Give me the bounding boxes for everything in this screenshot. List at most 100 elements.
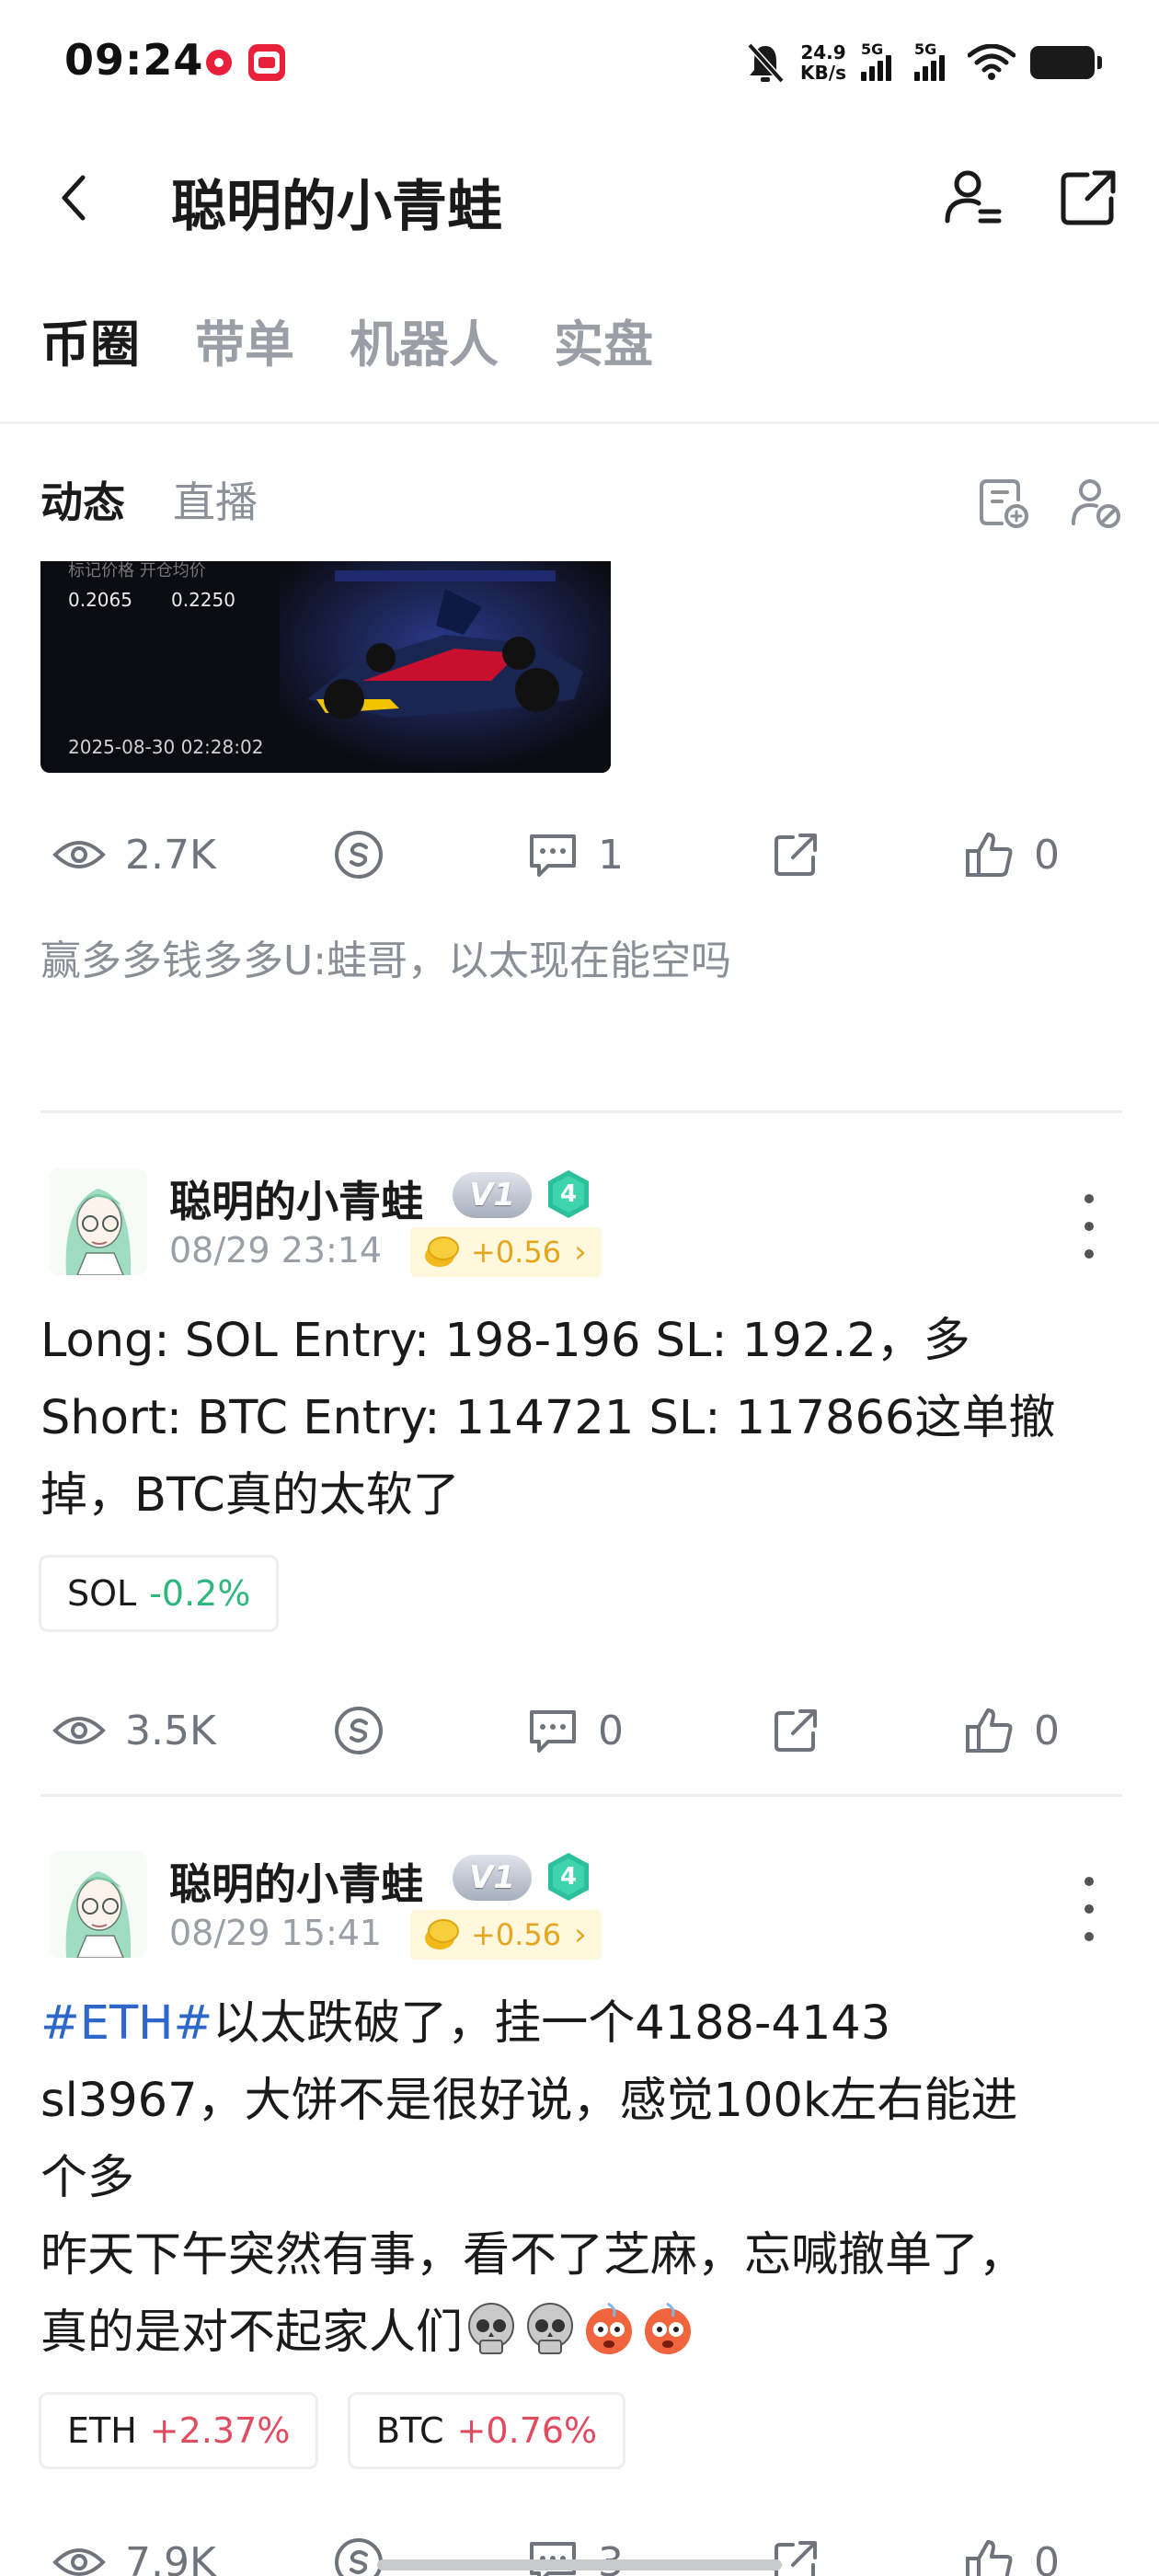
coin-change: +0.76% [456, 2410, 598, 2451]
comment-icon [530, 1710, 576, 1753]
vip-badge: V1 [453, 1855, 532, 1901]
comments-count: 0 [598, 1707, 624, 1754]
home-indicator[interactable] [377, 2559, 782, 2570]
tab-feed[interactable]: 动态 [40, 469, 125, 530]
views-counter: 7.9K [52, 2530, 216, 2576]
level-number: 4 [559, 1863, 578, 1891]
coins-icon [425, 1919, 459, 1949]
reward-value: +0.56 [471, 1235, 562, 1270]
signal-icon: 5G [914, 40, 953, 81]
coin-symbol: ETH [67, 2410, 137, 2451]
tab-bots[interactable]: 机器人 [350, 304, 499, 376]
more-dot [1084, 1194, 1094, 1203]
comment-button[interactable]: 1 [526, 822, 624, 887]
likes-count: 0 [1034, 1707, 1060, 1754]
battery-icon [1030, 46, 1102, 79]
page-header: 聪明的小青蛙 [0, 138, 1159, 258]
reward-chip[interactable]: +0.56 › [410, 1227, 602, 1277]
mute-bell-icon [747, 42, 785, 84]
views-count: 2.7K [125, 831, 216, 879]
avatar[interactable] [50, 1168, 147, 1275]
like-button[interactable]: 0 [964, 822, 1060, 887]
thumbs-up-icon [966, 1708, 1013, 1753]
post-line: Short: BTC Entry: 114721 SL: 117866这单撤 [40, 1391, 1056, 1445]
like-button[interactable]: 0 [964, 2530, 1060, 2576]
tab-live[interactable]: 直播 [173, 469, 258, 530]
comment-preview[interactable]: 赢多多钱多多U:蛙哥，以太现在能空吗 [40, 927, 731, 986]
share-icon [775, 2541, 817, 2576]
wifi-icon [968, 44, 1016, 80]
notification-app-icon [201, 44, 237, 81]
net-speed-unit: KB/s [800, 62, 846, 84]
network-speed: 24.9 KB/s [800, 42, 846, 83]
coin-tag-sol[interactable]: SOL -0.2% [39, 1555, 280, 1632]
more-dot [1084, 1249, 1094, 1259]
signal-label: 5G [914, 40, 937, 58]
author-name[interactable]: 聪明的小青蛙 [169, 1851, 423, 1912]
reward-chip[interactable]: +0.56 › [410, 1910, 602, 1960]
post-line: Long: SOL Entry: 198-196 SL: 192.2，多 [40, 1314, 970, 1368]
follow-user-button[interactable] [933, 158, 1012, 237]
image-mark-price: 0.2065 [68, 589, 132, 611]
post-line: sl3967，大饼不是很好说，感觉100k左右能进 [40, 2074, 1018, 2128]
image-timestamp: 2025-08-30 02:28:02 [68, 736, 264, 758]
eye-icon [52, 1717, 106, 1744]
more-dot [1084, 1877, 1094, 1886]
like-button[interactable]: 0 [964, 1698, 1060, 1763]
more-options-button[interactable] [1076, 1194, 1102, 1259]
image-header-label: 标记价格 开仓均价 [68, 561, 206, 581]
post-line: 掉，BTC真的太软了 [40, 1468, 460, 1523]
vip-badge: V1 [453, 1172, 532, 1218]
avatar[interactable] [50, 1851, 147, 1958]
share-post-button[interactable] [771, 1698, 820, 1763]
skull-emoji-icon [527, 2303, 574, 2354]
eye-icon [52, 2548, 106, 2576]
post-line: #ETH#以太跌破了，挂一个4188-4143 [40, 1985, 1126, 2063]
coin-tag-btc[interactable]: BTC +0.76% [348, 2392, 626, 2469]
views-count: 7.9K [125, 2538, 216, 2576]
hashtag-link[interactable]: #ETH# [40, 1996, 212, 2051]
share-post-button[interactable] [771, 822, 820, 887]
level-number: 4 [559, 1180, 578, 1208]
post-image[interactable]: 标记价格 开仓均价 0.2065 0.2250 2025-08-30 02:28… [40, 561, 611, 773]
net-speed-value: 24.9 [800, 41, 846, 63]
image-entry-price: 0.2250 [171, 589, 235, 611]
share-button[interactable] [1049, 158, 1128, 237]
post-divider [40, 1110, 1122, 1113]
post-body[interactable]: Long: SOL Entry: 198-196 SL: 192.2，多 Sho… [40, 1303, 1126, 1535]
hidden-users-button[interactable] [1063, 471, 1128, 535]
comment-button[interactable]: 0 [526, 1698, 624, 1763]
level-badge: 4 [545, 1851, 592, 1903]
post-actions: 3.5K 0 0 [0, 1698, 1159, 1763]
tip-button[interactable] [333, 2530, 384, 2576]
angry-face-emoji-icon [586, 2302, 633, 2354]
chevron-right-icon: › [574, 1916, 587, 1953]
signal-label: 5G [861, 40, 884, 58]
coin-tag-eth[interactable]: ETH +2.37% [39, 2392, 319, 2469]
tab-coin-circle[interactable]: 币圈 [40, 304, 140, 376]
coin-tip-icon [335, 831, 383, 879]
reward-value: +0.56 [471, 1917, 562, 1952]
views-count: 3.5K [125, 1707, 216, 1754]
back-button[interactable] [37, 156, 110, 239]
tab-live-trading[interactable]: 实盘 [554, 304, 653, 376]
post-line: 个多 [40, 2151, 135, 2205]
user-follow-icon [945, 170, 1002, 224]
race-car-image [280, 561, 611, 773]
author-name[interactable]: 聪明的小青蛙 [169, 1168, 423, 1229]
post-text: 真的是对不起家人们 [40, 2306, 464, 2360]
more-options-button[interactable] [1076, 1877, 1102, 1941]
coin-tip-icon [335, 2538, 383, 2576]
tab-copy-trading[interactable]: 带单 [195, 304, 294, 376]
post-body[interactable]: #ETH#以太跌破了，挂一个4188-4143 sl3967，大饼不是很好说，感… [40, 1985, 1126, 2372]
status-bar: 09:24 24.9 KB/s 5G 5G [0, 0, 1159, 125]
thumbs-up-icon [966, 833, 1013, 877]
tip-button[interactable] [333, 822, 384, 887]
angry-face-emoji-icon [645, 2302, 692, 2354]
divider [0, 421, 1159, 424]
user-block-icon [1072, 479, 1120, 528]
coin-change: -0.2% [149, 1573, 251, 1614]
tip-button[interactable] [333, 1698, 384, 1763]
status-time: 09:24 [64, 35, 204, 85]
new-post-button[interactable] [971, 471, 1036, 535]
